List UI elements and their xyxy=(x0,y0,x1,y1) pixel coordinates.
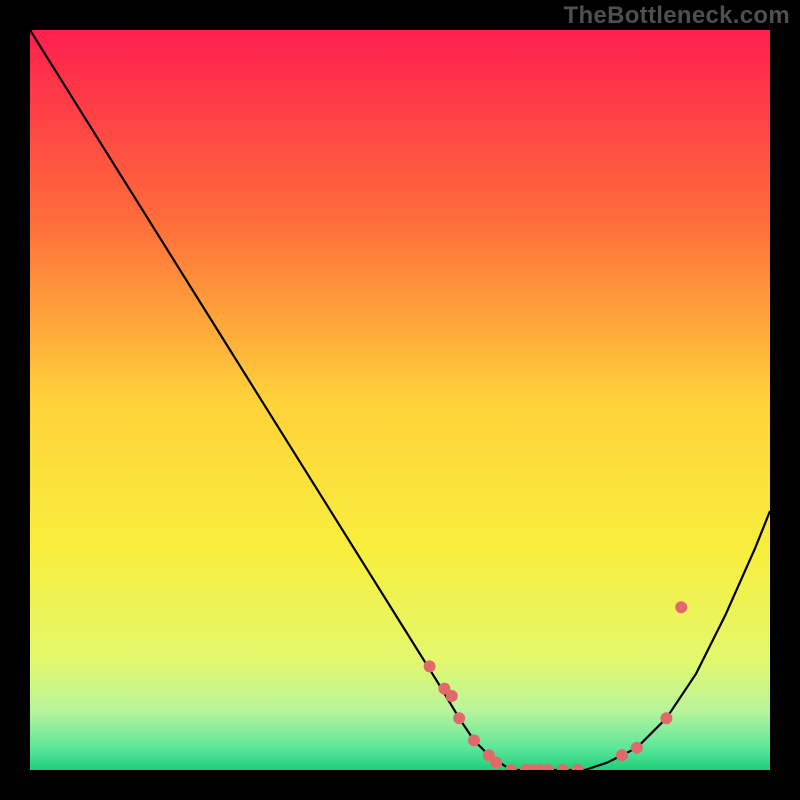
highlight-dot xyxy=(631,742,643,754)
highlight-dot xyxy=(453,712,465,724)
chart-svg xyxy=(30,30,770,770)
highlight-dot xyxy=(616,749,628,761)
watermark-text: TheBottleneck.com xyxy=(564,2,790,30)
gradient-background xyxy=(30,30,770,770)
highlight-dot xyxy=(675,601,687,613)
plot-area xyxy=(30,30,770,770)
highlight-dot xyxy=(446,690,458,702)
highlight-dot xyxy=(424,660,436,672)
highlight-dot xyxy=(660,712,672,724)
highlight-dot xyxy=(490,757,502,769)
highlight-dot xyxy=(468,734,480,746)
chart-stage: TheBottleneck.com xyxy=(0,0,800,800)
